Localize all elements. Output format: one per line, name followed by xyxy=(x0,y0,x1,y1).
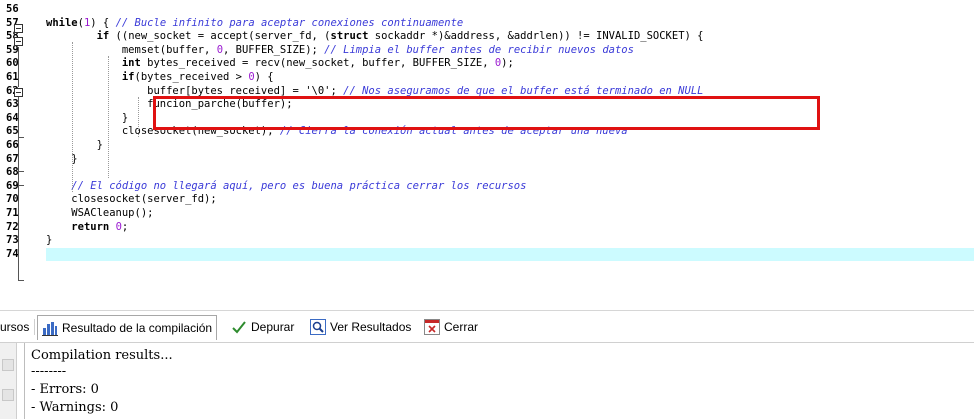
code-line[interactable]: 58 if ((new_socket = accept(server_fd, (… xyxy=(0,30,974,44)
fold-end-tick xyxy=(18,171,24,172)
tab-view-results-label: Ver Resultados xyxy=(330,320,412,334)
line-number: 69 xyxy=(6,179,19,192)
code-editor[interactable]: 56 57 while(1) { // Bucle infinito para ac… xyxy=(0,0,974,308)
scroll-button[interactable] xyxy=(2,389,14,401)
code-line[interactable]: 57 while(1) { // Bucle infinito para acep… xyxy=(0,17,974,31)
line-number: 72 xyxy=(6,220,19,233)
tab-compile-results-label: Resultado de la compilación xyxy=(62,321,213,335)
tab-view-results[interactable]: Ver Resultados xyxy=(310,317,411,337)
magnifier-icon xyxy=(310,319,326,335)
log-line: - Errors: 0 xyxy=(31,382,99,397)
line-number: 60 xyxy=(6,57,19,70)
code-text: } xyxy=(46,111,129,124)
line-number: 61 xyxy=(6,71,19,83)
line-number: 66 xyxy=(6,139,19,151)
tab-separator xyxy=(34,319,35,335)
line-number: 64 xyxy=(6,111,19,124)
compiler-log[interactable]: Compilation results... -------- - Errors… xyxy=(24,343,974,419)
code-text: WSACleanup(); xyxy=(46,207,154,219)
fold-collapse-icon[interactable] xyxy=(14,88,23,97)
log-line: Compilation results... xyxy=(31,348,173,363)
fold-end-tick xyxy=(18,185,24,186)
code-text: int bytes_received = recv(new_socket, bu… xyxy=(121,57,514,70)
code-text: if ((new_socket = accept(server_fd, (str… xyxy=(96,30,704,43)
indent-guide xyxy=(138,97,139,137)
log-line: - Warnings: 0 xyxy=(31,400,119,415)
code-text: if(bytes_received > 0) { xyxy=(121,71,274,83)
close-window-icon xyxy=(424,319,440,335)
code-line[interactable]: 60 int bytes_received = recv(new_socket,… xyxy=(0,57,974,71)
code-text: while(1) { // Bucle infinito para acepta… xyxy=(46,16,464,29)
code-text: closesocket(server_fd); xyxy=(46,193,217,206)
code-line[interactable]: 73} xyxy=(0,234,974,248)
indent-guide xyxy=(108,56,109,178)
tab-close-label: Cerrar xyxy=(444,320,479,334)
tab-recursos-label: ursos xyxy=(0,320,30,334)
code-line[interactable]: 72 return 0; xyxy=(0,221,974,235)
code-line[interactable]: 67 } xyxy=(0,153,974,167)
line-number: 71 xyxy=(6,207,19,219)
line-number: 63 xyxy=(6,98,19,111)
code-text: } xyxy=(46,234,53,247)
code-text: } xyxy=(46,139,103,151)
code-line[interactable]: 74 xyxy=(6,247,974,262)
code-line[interactable]: 68 xyxy=(0,166,974,180)
line-number: 56 xyxy=(6,3,19,15)
code-line[interactable]: 61 if(bytes_received > 0) { xyxy=(0,71,974,85)
fold-line xyxy=(18,47,19,87)
code-text: return 0; xyxy=(71,220,129,233)
fold-collapse-icon[interactable] xyxy=(14,24,23,33)
checkmark-icon xyxy=(231,319,247,335)
code-line[interactable]: 66 } xyxy=(0,139,974,153)
code-text: // El código no llegará aquí, pero es bu… xyxy=(71,179,527,192)
line-number: 73 xyxy=(6,234,19,247)
line-number: 70 xyxy=(6,193,19,206)
fold-line xyxy=(18,97,19,281)
fold-collapse-icon[interactable] xyxy=(14,37,23,46)
tab-close[interactable]: Cerrar xyxy=(424,317,478,337)
fold-end-tick xyxy=(18,137,24,138)
compiler-output-panel: Compilation results... -------- - Errors… xyxy=(0,342,974,419)
line-number: 74 xyxy=(6,247,19,260)
scroll-button[interactable] xyxy=(2,359,14,371)
code-line[interactable]: 69 // El código no llegará aquí, pero es… xyxy=(0,180,974,194)
code-line[interactable]: 71 WSACleanup(); xyxy=(0,207,974,221)
indent-guide xyxy=(72,42,73,192)
line-number: 67 xyxy=(6,152,19,165)
output-scroll-strip[interactable] xyxy=(0,343,17,419)
code-line[interactable]: 56 xyxy=(0,3,974,17)
bottom-panel-tabs: ursos Resultado de la compilación Depura… xyxy=(0,310,974,343)
log-line: -------- xyxy=(31,364,67,379)
tab-debug[interactable]: Depurar xyxy=(231,317,294,337)
code-line[interactable]: 59 memset(buffer, 0, BUFFER_SIZE); // Li… xyxy=(0,44,974,58)
tab-compile-results[interactable]: Resultado de la compilación xyxy=(37,315,218,340)
code-line[interactable]: 70 closesocket(server_fd); xyxy=(0,193,974,207)
tab-recursos[interactable]: ursos xyxy=(0,317,29,337)
fold-end-tick xyxy=(18,280,24,281)
line-number: 68 xyxy=(6,166,19,179)
bar-chart-icon xyxy=(42,320,58,336)
annotation-highlight-box xyxy=(153,96,820,130)
tab-debug-label: Depurar xyxy=(251,320,295,334)
code-text: memset(buffer, 0, BUFFER_SIZE); // Limpi… xyxy=(46,43,634,56)
